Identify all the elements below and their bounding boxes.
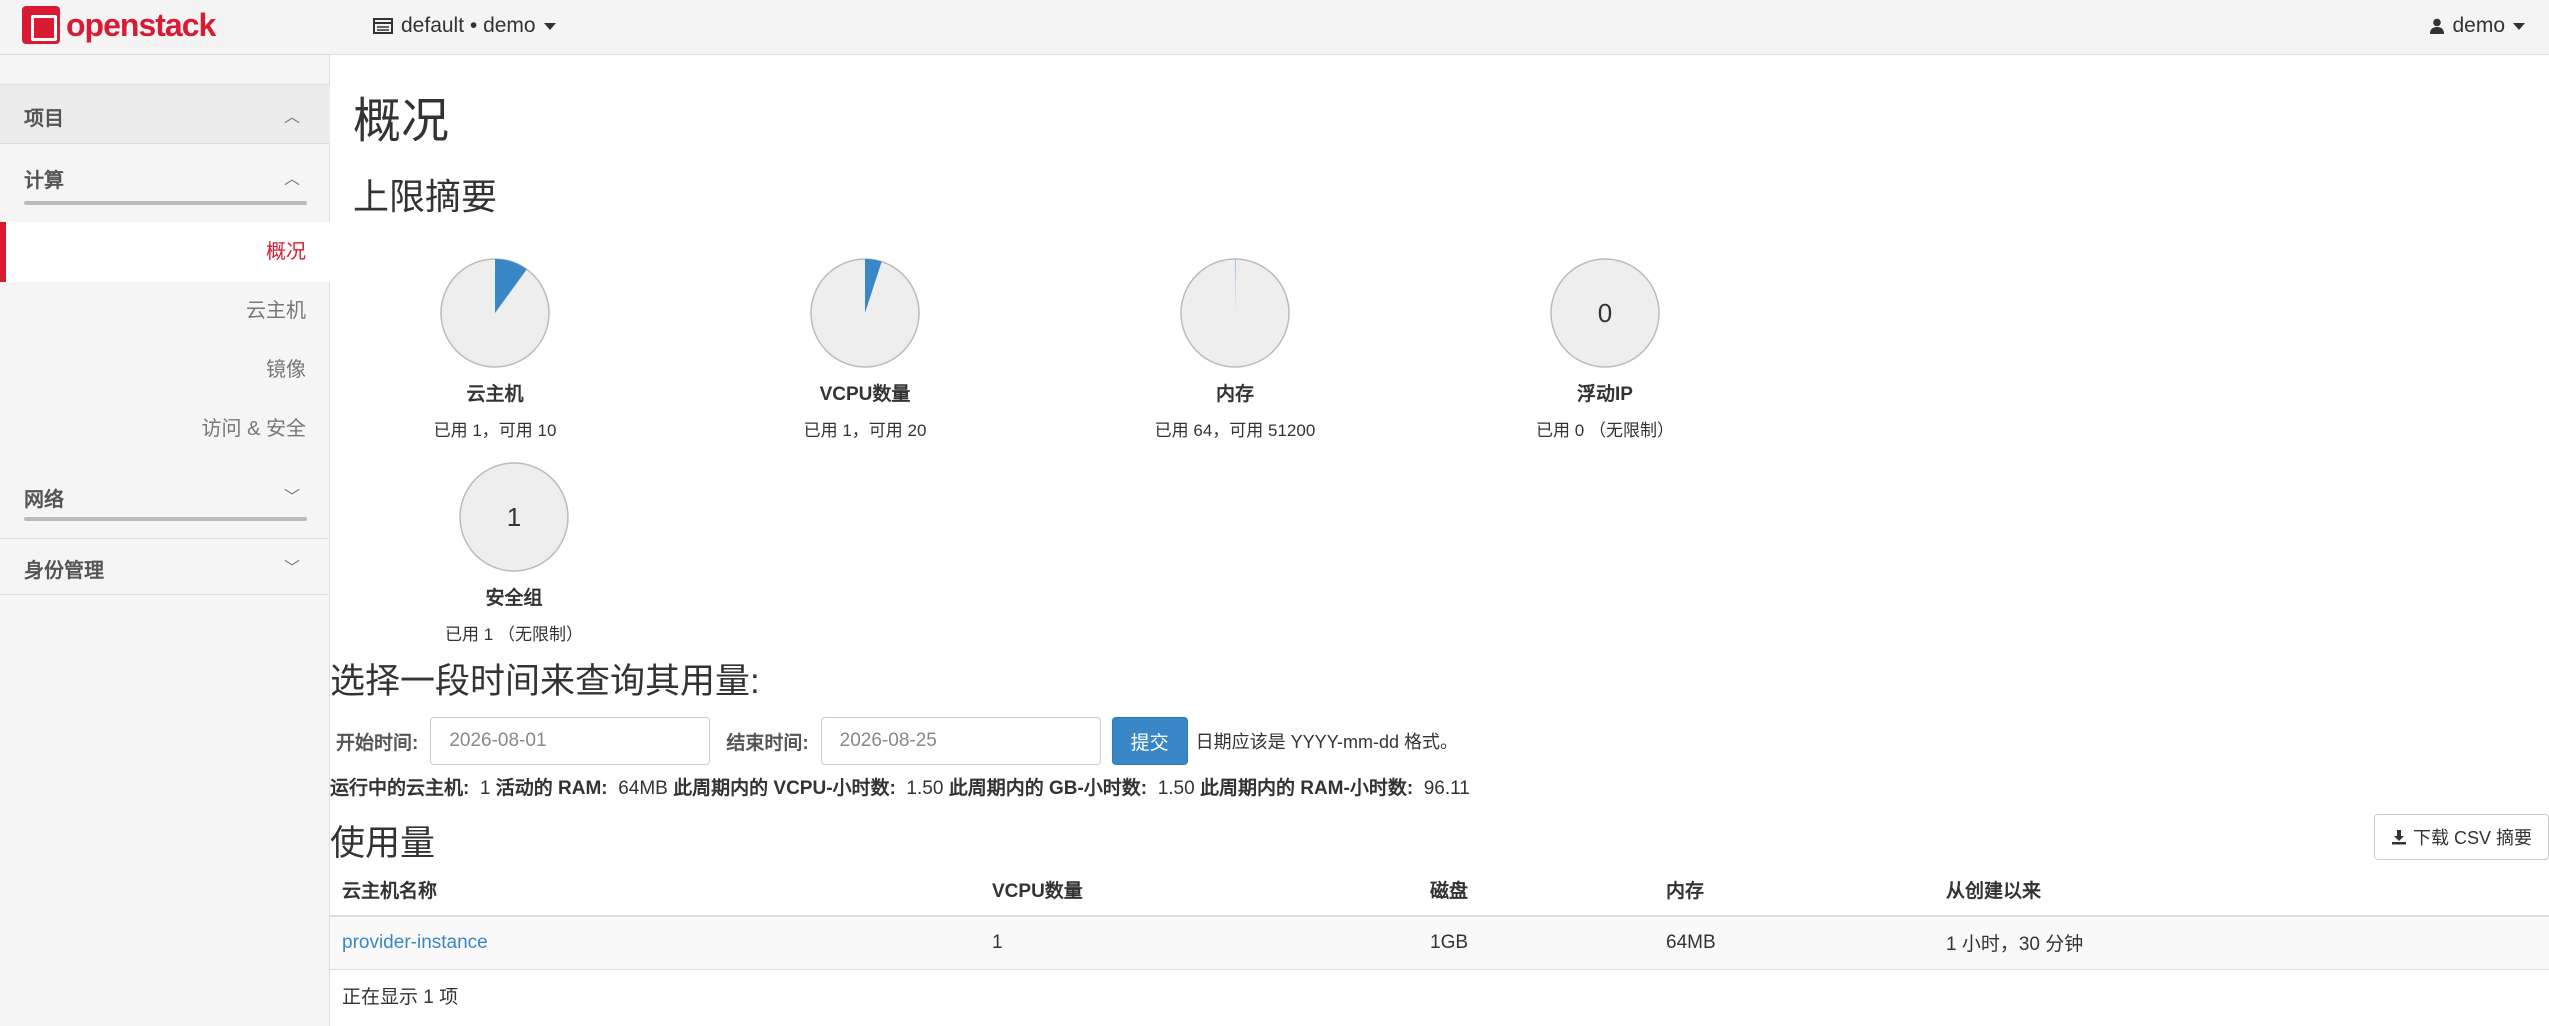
limits-summary-title: 上限摘要 xyxy=(353,176,498,217)
chevron-up-icon: ︿ xyxy=(283,109,300,126)
project-selector[interactable]: default • demo xyxy=(373,14,556,38)
chevron-down-icon: ﹀ xyxy=(283,560,300,577)
usage-stats-summary: 运行中的云主机: 1 活动的 RAM: 64MB 此周期内的 VCPU-小时数:… xyxy=(330,773,1470,800)
pie-chart-ram: 内存已用 64，可用 51200 xyxy=(1115,257,1355,441)
sidebar-item-access-security[interactable]: 访问 & 安全 xyxy=(0,409,330,449)
main-content: 概况 上限摘要 云主机 已用 1，可用 10 VCPU数量 已用 1，可用 20 内存已… xyxy=(330,55,2549,1026)
pie-chart-vcpus: VCPU数量 已用 1，可用 20 xyxy=(745,257,985,441)
active-ram-value: 64MB xyxy=(618,778,668,799)
pie-usage-text: 已用 1，可用 20 xyxy=(803,421,927,440)
ram-hours-label: 此周期内的 RAM-小时数: xyxy=(1199,778,1414,799)
pie-chart-floating-ips: 0 浮动IP 已用 0 （无限制） xyxy=(1485,257,1725,441)
pie-usage-text: 已用 64，可用 51200 xyxy=(1154,421,1316,440)
user-menu[interactable]: demo xyxy=(2430,14,2525,38)
sidebar-section-label: 项目 xyxy=(24,108,64,130)
pie-label: 云主机 xyxy=(466,384,524,405)
pie-label: 内存 xyxy=(1215,384,1254,405)
pie-graphic xyxy=(1180,258,1290,368)
sidebar-section-project[interactable]: 项目 ︿ xyxy=(0,84,330,144)
sidebar-item-label: 云主机 xyxy=(246,300,306,322)
pie-label: VCPU数量 xyxy=(819,384,911,405)
column-header-uptime[interactable]: 从创建以来 xyxy=(1934,863,2549,917)
pie-usage-text: 已用 0 （无限制） xyxy=(1536,421,1674,440)
top-navbar: openstack default • demo demo xyxy=(0,0,2549,55)
gb-hours-label: 此周期内的 GB-小时数: xyxy=(948,778,1148,799)
sidebar-item-instances[interactable]: 云主机 xyxy=(0,291,330,331)
sidebar-item-label: 概况 xyxy=(266,241,306,263)
sidebar-item-images[interactable]: 镜像 xyxy=(0,350,330,390)
sidebar-item-label: 访问 & 安全 xyxy=(201,418,306,440)
vcpu-hours-value: 1.50 xyxy=(906,778,944,799)
page-title: 概况 xyxy=(353,95,450,148)
user-menu-label: demo xyxy=(2452,14,2505,37)
sidebar-section-compute[interactable]: 计算 ︿ xyxy=(0,156,330,196)
sidebar-section-identity[interactable]: 身份管理 ﹀ xyxy=(0,538,330,595)
table-header-row: 云主机名称 VCPU数量 磁盘 内存 从创建以来 xyxy=(330,863,2549,917)
section-divider xyxy=(24,517,307,521)
chevron-up-icon: ︿ xyxy=(283,171,300,188)
chevron-down-icon: ﹀ xyxy=(283,489,300,506)
cell-memory: 64MB xyxy=(1654,916,1934,970)
pie-graphic: 0 xyxy=(1550,258,1660,368)
end-date-input[interactable] xyxy=(820,717,1101,765)
cell-disk: 1GB xyxy=(1418,916,1654,970)
project-selector-label: default • demo xyxy=(401,14,536,37)
date-range-form: 开始时间: 结束时间: 提交 日期应该是 YYYY-mm-dd 格式。 xyxy=(336,717,1458,765)
column-header-memory[interactable]: 内存 xyxy=(1654,863,1934,917)
pie-label: 安全组 xyxy=(485,588,543,609)
pie-center-value: 0 xyxy=(1598,298,1612,328)
pie-graphic xyxy=(440,258,550,368)
pie-center-value: 1 xyxy=(507,502,521,532)
sidebar: 项目 ︿ 计算 ︿ 概况 云主机 镜像 访问 & 安全 网络 ﹀ 身份管理 ﹀ xyxy=(0,55,330,1026)
vcpu-hours-label: 此周期内的 VCPU-小时数: xyxy=(673,778,896,799)
active-ram-label: 活动的 RAM: xyxy=(495,778,608,799)
sidebar-section-label: 计算 xyxy=(24,170,64,192)
download-icon xyxy=(2391,830,2406,845)
chevron-down-icon xyxy=(543,22,556,30)
ram-hours-value: 96.11 xyxy=(1423,778,1470,799)
gb-hours-value: 1.50 xyxy=(1157,778,1195,799)
usage-title: 使用量 xyxy=(330,824,436,863)
sidebar-item-label: 镜像 xyxy=(266,359,306,381)
sidebar-section-label: 网络 xyxy=(24,489,64,511)
running-instances-value: 1 xyxy=(479,778,491,799)
download-csv-button[interactable]: 下载 CSV 摘要 xyxy=(2373,814,2549,860)
column-header-vcpus[interactable]: VCPU数量 xyxy=(980,863,1418,917)
submit-button[interactable]: 提交 xyxy=(1111,717,1188,765)
section-divider xyxy=(24,201,307,205)
end-date-label: 结束时间: xyxy=(726,732,809,754)
table-row: provider-instance 1 1GB 64MB 1 小时，30 分钟 xyxy=(330,916,2549,970)
project-list-icon xyxy=(373,18,393,34)
pie-chart-instances: 云主机已用 1，可用 10 xyxy=(375,257,615,441)
date-format-hint: 日期应该是 YYYY-mm-dd 格式。 xyxy=(1195,732,1459,752)
cell-instance-name: provider-instance xyxy=(330,916,980,970)
usage-table: 云主机名称 VCPU数量 磁盘 内存 从创建以来 provider-instan… xyxy=(330,863,2549,970)
openstack-logo-icon xyxy=(22,6,60,44)
instance-link[interactable]: provider-instance xyxy=(342,932,488,953)
brand-logo[interactable]: openstack xyxy=(22,6,216,44)
pie-graphic xyxy=(810,258,920,368)
chevron-down-icon xyxy=(2513,22,2525,30)
column-header-disk[interactable]: 磁盘 xyxy=(1418,863,1654,917)
start-date-input[interactable] xyxy=(430,717,711,765)
brand-name: openstack xyxy=(66,6,216,43)
sidebar-section-network[interactable]: 网络 ﹀ xyxy=(0,475,330,515)
usage-query-title: 选择一段时间来查询其用量: xyxy=(330,662,760,701)
pie-usage-text: 已用 1 （无限制） xyxy=(445,625,583,644)
sidebar-section-label: 身份管理 xyxy=(24,560,104,582)
start-date-label: 开始时间: xyxy=(336,732,419,754)
sidebar-item-overview[interactable]: 概况 xyxy=(0,222,330,282)
cell-uptime: 1 小时，30 分钟 xyxy=(1934,916,2549,970)
pie-graphic: 1 xyxy=(459,462,569,572)
column-header-instance-name[interactable]: 云主机名称 xyxy=(330,863,980,917)
user-icon xyxy=(2430,18,2445,34)
pie-chart-security-groups: 1 安全组已用 1 （无限制） xyxy=(394,461,634,645)
table-footer-count: 正在显示 1 项 xyxy=(342,987,459,1008)
pie-label: 浮动IP xyxy=(1577,384,1633,405)
download-csv-label: 下载 CSV 摘要 xyxy=(2412,828,2532,848)
cell-vcpus: 1 xyxy=(980,916,1418,970)
running-instances-label: 运行中的云主机: xyxy=(330,778,470,799)
pie-usage-text: 已用 1，可用 10 xyxy=(433,421,557,440)
